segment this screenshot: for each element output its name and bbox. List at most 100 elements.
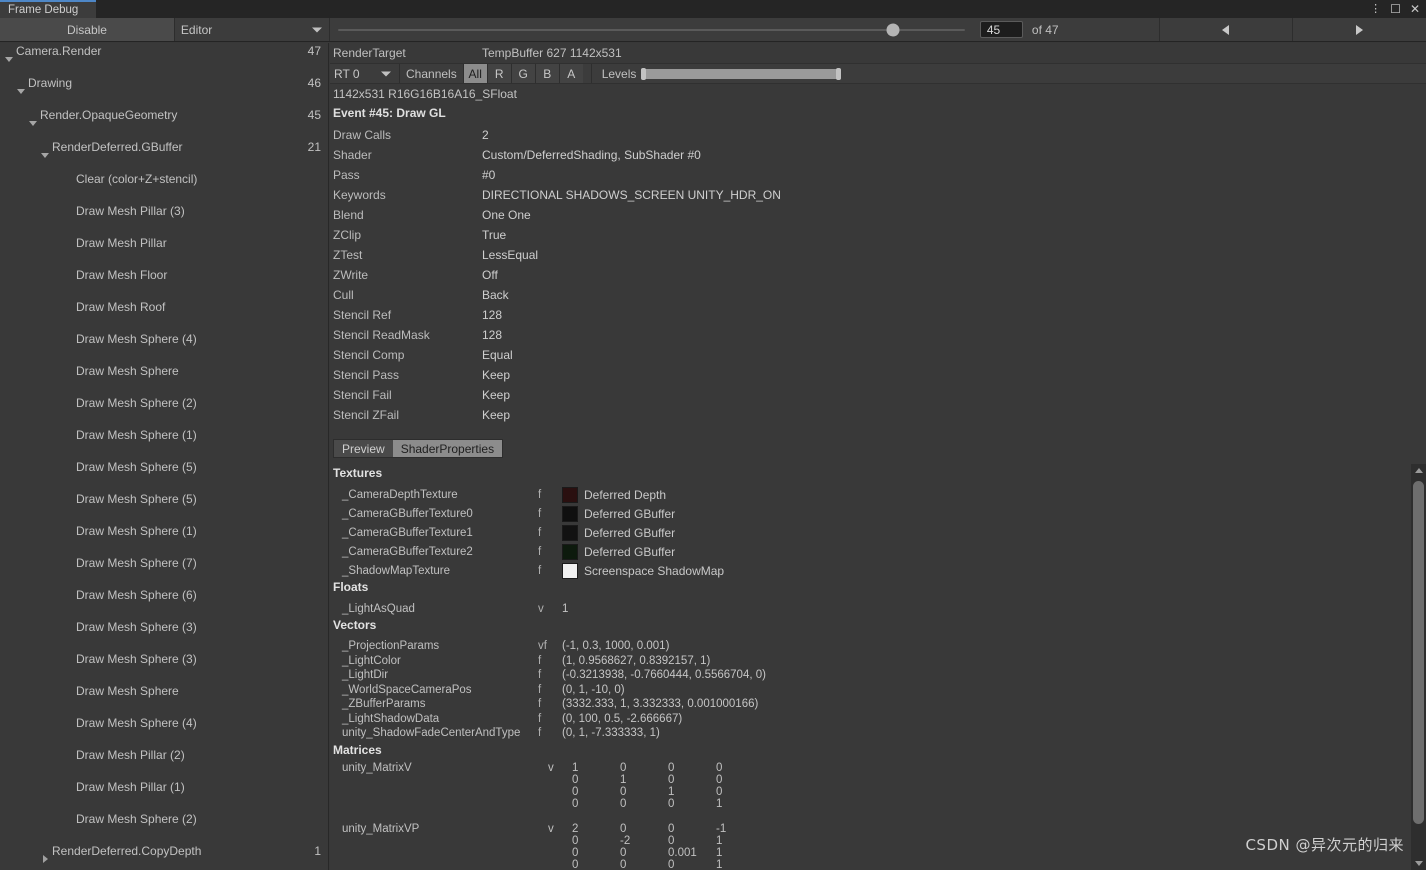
tree-row-label: Draw Mesh Sphere (4) — [76, 332, 197, 346]
texture-row[interactable]: _CameraGBufferTexture2 f Deferred GBuffer — [330, 542, 675, 561]
levels-min-handle[interactable] — [641, 67, 647, 80]
frame-slider-track[interactable] — [337, 23, 965, 36]
tree-row[interactable]: Draw Mesh Sphere — [0, 683, 328, 699]
frame-number-input[interactable]: 45 — [979, 21, 1023, 38]
next-event-button[interactable] — [1292, 18, 1426, 41]
frame-debugger-window: Frame Debug ⋮ ☐ ✕ Disable Editor 45 of 4… — [0, 0, 1426, 870]
tree-row[interactable]: Draw Mesh Sphere (2) — [0, 811, 328, 827]
tree-row[interactable]: Drawing 46 — [0, 75, 328, 94]
event-tree-panel[interactable]: Camera.Render 47 Drawing 46 Render.OpaqueGeo… — [0, 43, 329, 870]
tree-row[interactable]: Draw Mesh Pillar — [0, 235, 328, 251]
close-icon[interactable]: ✕ — [1410, 3, 1420, 15]
event-property-value: Off — [482, 268, 498, 282]
rt-selector-dropdown[interactable]: RT 0 — [330, 64, 400, 83]
tree-row[interactable]: Draw Mesh Sphere (7) — [0, 555, 328, 571]
event-property-value: 128 — [482, 308, 503, 322]
texture-row[interactable]: _CameraDepthTexture f Deferred Depth — [330, 485, 666, 504]
tree-row[interactable]: Draw Mesh Sphere (2) — [0, 395, 328, 411]
tree-row[interactable]: Draw Mesh Sphere (3) — [0, 651, 328, 667]
tree-row-label: Drawing — [28, 76, 73, 90]
texture-thumbnail[interactable] — [562, 505, 578, 522]
tree-row-label: RenderDeferred.GBuffer — [52, 140, 183, 154]
scrollbar-thumb[interactable] — [1413, 481, 1424, 824]
levels-max-handle[interactable] — [836, 67, 842, 80]
tab-shader-properties[interactable]: ShaderProperties — [392, 440, 503, 457]
tree-row[interactable]: Draw Mesh Sphere (4) — [0, 715, 328, 731]
event-property-row: Cull Back — [330, 285, 509, 305]
channel-button-b[interactable]: B — [534, 64, 559, 83]
texture-thumbnail[interactable] — [562, 486, 578, 503]
event-property-value: Keep — [482, 368, 511, 382]
texture-thumbnail[interactable] — [562, 524, 578, 541]
event-property-value: DIRECTIONAL SHADOWS_SCREEN UNITY_HDR_ON — [482, 188, 781, 202]
tree-row[interactable]: RenderDeferred.GBuffer 21 — [0, 139, 328, 158]
tree-row-label: Draw Mesh Pillar (2) — [76, 748, 185, 762]
event-property-value: LessEqual — [482, 248, 539, 262]
texture-thumbnail[interactable] — [562, 543, 578, 560]
render-target-row: RenderTarget TempBuffer 627 1142x531 — [330, 43, 1426, 63]
tree-row-label: Draw Mesh Pillar (3) — [76, 204, 185, 218]
frame-slider[interactable] — [330, 18, 975, 41]
target-dropdown[interactable]: Editor — [174, 18, 330, 41]
tree-row[interactable]: Draw Mesh Sphere (1) — [0, 523, 328, 539]
tree-row[interactable]: Clear (color+Z+stencil) — [0, 171, 328, 187]
tab-preview[interactable]: Preview — [334, 440, 393, 457]
scroll-down-button[interactable] — [1411, 857, 1426, 870]
tree-row[interactable]: Draw Mesh Pillar (1) — [0, 779, 328, 795]
arrow-left-icon — [1222, 24, 1230, 35]
event-property-value: 128 — [482, 328, 503, 342]
levels-label: Levels — [601, 66, 637, 81]
event-property-key: Pass — [333, 168, 360, 182]
kebab-menu-icon[interactable]: ⋮ — [1370, 3, 1381, 15]
tree-row-label: Draw Mesh Sphere (4) — [76, 716, 197, 730]
texture-row[interactable]: _ShadowMapTexture f Screenspace ShadowMap — [330, 561, 724, 580]
float-row: _LightAsQuad v 1 — [330, 599, 568, 618]
tree-row[interactable]: Draw Mesh Sphere (1) — [0, 427, 328, 443]
prev-event-button[interactable] — [1158, 18, 1293, 41]
texture-type: f — [538, 526, 542, 539]
target-dropdown-label: Editor — [180, 22, 213, 37]
texture-row[interactable]: _CameraGBufferTexture1 f Deferred GBuffer — [330, 523, 675, 542]
tree-row[interactable]: Draw Mesh Roof — [0, 299, 328, 315]
tree-row[interactable]: Draw Mesh Sphere (5) — [0, 491, 328, 507]
maximize-icon[interactable]: ☐ — [1390, 3, 1401, 15]
tree-row[interactable]: Render.OpaqueGeometry 45 — [0, 107, 328, 126]
tree-row[interactable]: Draw Mesh Pillar (3) — [0, 203, 328, 219]
levels-control[interactable]: Levels — [590, 64, 842, 83]
disable-button[interactable]: Disable — [0, 18, 175, 41]
chevron-down-icon — [311, 27, 322, 32]
tree-row[interactable]: Draw Mesh Sphere — [0, 363, 328, 379]
channel-button-all[interactable]: All — [462, 64, 487, 83]
frame-slider-handle[interactable] — [886, 23, 900, 36]
tab-frame-debug[interactable]: Frame Debug — [0, 0, 96, 18]
tree-row[interactable]: Camera.Render 47 — [0, 43, 328, 62]
levels-slider[interactable] — [641, 67, 842, 80]
tree-row[interactable]: Draw Mesh Sphere (3) — [0, 619, 328, 635]
event-property-value: Custom/DeferredShading, SubShader #0 — [482, 148, 701, 162]
texture-value: Deferred GBuffer — [584, 506, 676, 521]
tree-row[interactable]: Draw Mesh Sphere (5) — [0, 459, 328, 475]
texture-name: _CameraGBufferTexture2 — [342, 545, 473, 558]
tree-row[interactable]: Draw Mesh Pillar (2) — [0, 747, 328, 763]
texture-type: f — [538, 488, 542, 501]
tree-row[interactable]: RenderDeferred.CopyDepth 1 — [0, 843, 328, 863]
texture-thumbnail[interactable] — [562, 562, 578, 579]
tree-row[interactable]: Draw Mesh Sphere (6) — [0, 587, 328, 603]
texture-row[interactable]: _CameraGBufferTexture0 f Deferred GBuffer — [330, 504, 675, 523]
event-property-key: Stencil ZFail — [333, 408, 400, 422]
tree-row-count: 21 — [307, 140, 321, 154]
scroll-up-button[interactable] — [1411, 464, 1426, 477]
event-property-key: Stencil Ref — [333, 308, 392, 322]
channel-button-g[interactable]: G — [510, 64, 535, 83]
channel-button-a[interactable]: A — [558, 64, 583, 83]
tree-row[interactable]: Draw Mesh Sphere (4) — [0, 331, 328, 347]
matrix-cell: 0 — [716, 762, 723, 774]
detail-scrollbar[interactable] — [1411, 464, 1426, 870]
event-property-value: True — [482, 228, 507, 242]
texture-value: Deferred GBuffer — [584, 544, 676, 559]
main-toolbar: Disable Editor 45 of 47 — [0, 18, 1426, 42]
channel-button-r[interactable]: R — [486, 64, 511, 83]
event-property-key: Stencil Fail — [333, 388, 392, 402]
rt-selector-label: RT 0 — [334, 66, 360, 81]
tree-row[interactable]: Draw Mesh Floor — [0, 267, 328, 283]
